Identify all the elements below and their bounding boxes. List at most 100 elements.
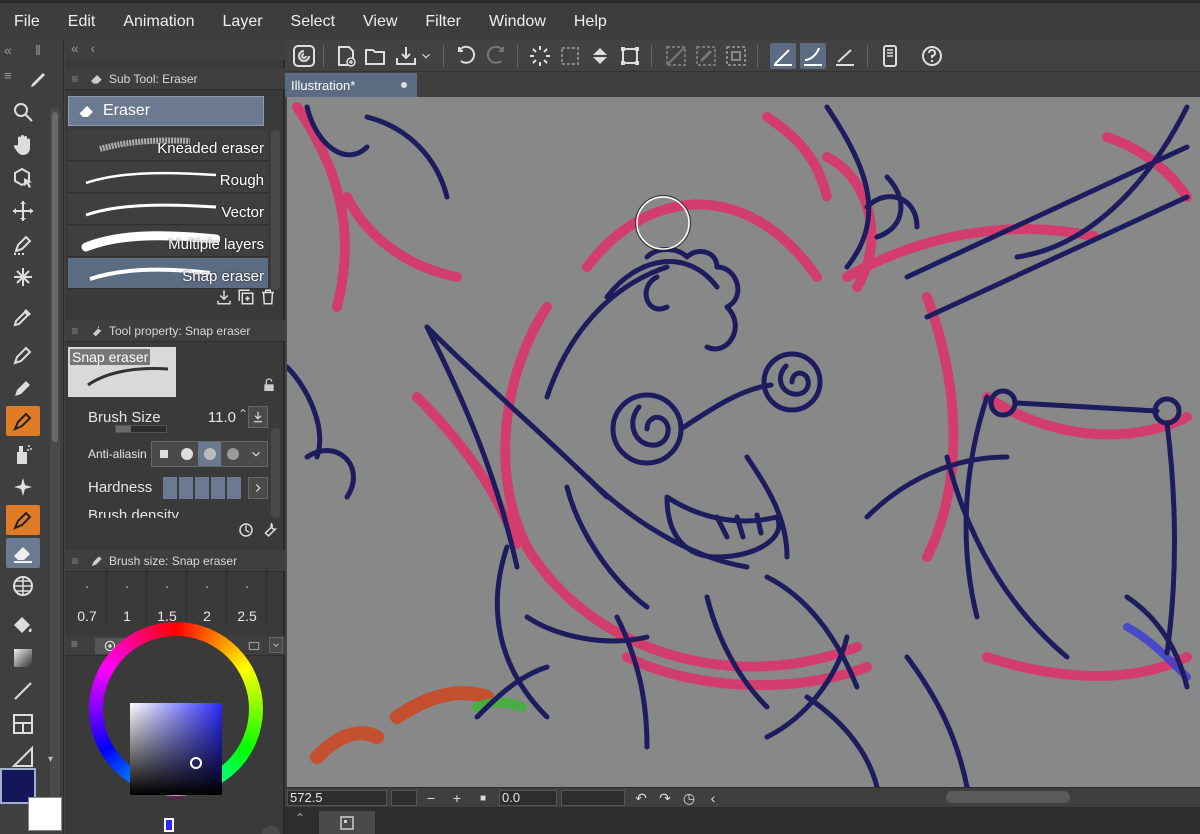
anti-aliasing-selector[interactable] <box>151 441 268 467</box>
saturation-value-square[interactable] <box>130 703 222 795</box>
lock-icon[interactable] <box>261 377 277 393</box>
rotation-field[interactable]: 0.0 <box>499 790 557 806</box>
sub-tool-group-eraser[interactable]: Eraser <box>68 96 264 126</box>
unsaved-dot-icon[interactable] <box>401 82 407 88</box>
import-sub-tool-icon[interactable] <box>215 288 233 311</box>
save-icon[interactable] <box>393 43 419 69</box>
pencil-tool-icon[interactable] <box>6 373 40 403</box>
aa-strong-icon[interactable] <box>221 442 244 466</box>
tool-scrollbar-thumb[interactable] <box>52 112 58 442</box>
airbrush-tool-icon[interactable] <box>6 439 40 469</box>
hue-marker[interactable] <box>164 818 174 832</box>
brush-size-preset[interactable]: 1 <box>107 568 147 628</box>
menu-view[interactable]: View <box>349 3 411 40</box>
deselect-icon[interactable] <box>663 43 689 69</box>
hand-tool-icon[interactable] <box>6 130 40 160</box>
zoom-field[interactable]: 572.5 <box>287 790 387 806</box>
canvas-tab[interactable]: Illustration* <box>285 73 417 97</box>
tool-scroll-down-icon[interactable]: ▾ <box>48 754 62 768</box>
sub-tool-rough[interactable]: Rough <box>68 162 268 193</box>
zoom-dropdown[interactable] <box>391 790 417 806</box>
frame-border-icon[interactable] <box>6 709 40 739</box>
undo-icon[interactable] <box>453 43 479 69</box>
canvas-horizontal-scrollbar[interactable] <box>946 791 1070 803</box>
figure-tool-icon[interactable] <box>6 676 40 706</box>
sub-tool-detail-icon[interactable] <box>237 521 255 544</box>
duplicate-sub-tool-icon[interactable] <box>237 288 255 311</box>
reset-rotation-icon[interactable]: ◷ <box>681 789 697 807</box>
rotate-left-icon[interactable]: ↶ <box>633 789 649 807</box>
snap-to-special-ruler-icon[interactable] <box>800 43 826 69</box>
fill-tool-icon[interactable] <box>6 610 40 640</box>
chevron-right-icon[interactable] <box>248 477 268 499</box>
object-tool-icon[interactable] <box>6 163 40 193</box>
delete-sub-tool-icon[interactable] <box>259 288 277 311</box>
sub-tool-title-bar[interactable]: ≡ Sub Tool: Eraser <box>65 68 285 90</box>
sub-tool-multiple-layers[interactable]: Multiple layers <box>68 226 268 257</box>
sub-tool-kneaded-eraser[interactable]: Kneaded eraser <box>68 130 268 161</box>
menu-layer[interactable]: Layer <box>209 3 277 40</box>
aa-medium-icon[interactable] <box>198 442 221 466</box>
chevron-up-icon[interactable]: ⌃ <box>295 811 305 825</box>
flip-horizontal-icon[interactable]: ‹ <box>705 789 721 807</box>
sub-color-chip[interactable] <box>28 797 62 831</box>
selection-pen-icon[interactable] <box>6 229 40 259</box>
select-all-icon[interactable] <box>723 43 749 69</box>
clip-studio-icon[interactable] <box>291 43 317 69</box>
auto-select-icon[interactable] <box>6 262 40 292</box>
perspective-ruler-icon[interactable] <box>6 571 40 601</box>
tool-property-title-bar[interactable]: ≡ Tool property: Snap eraser <box>65 320 285 342</box>
sub-tool-scrollbar[interactable] <box>271 130 280 290</box>
layer-palette-tab[interactable] <box>319 811 375 834</box>
palette-menu-icon[interactable]: ≡ <box>71 637 78 651</box>
palette-menu-icon[interactable]: ≡ <box>4 68 12 83</box>
eraser-tool-icon[interactable] <box>6 538 40 568</box>
brush-size-slider[interactable] <box>115 425 167 433</box>
aa-none-icon[interactable] <box>152 442 175 466</box>
brush-size-preset[interactable]: 0.7 <box>67 568 107 628</box>
saturation-value-marker[interactable] <box>190 757 202 769</box>
brush-size-value[interactable]: 11.0 <box>208 409 236 426</box>
hardness-level-1[interactable] <box>163 477 177 499</box>
clear-outside-selection-icon[interactable] <box>557 43 583 69</box>
collapse-left-icon[interactable]: « ‖ <box>0 40 63 60</box>
menu-select[interactable]: Select <box>277 3 349 40</box>
snap-to-ruler-icon[interactable] <box>770 43 796 69</box>
pen-tab-icon[interactable] <box>22 64 56 94</box>
redo-icon[interactable] <box>483 43 509 69</box>
brush-size-preset[interactable]: 1.5 <box>147 568 187 628</box>
zoom-in-icon[interactable]: + <box>449 789 465 807</box>
hardness-level-3[interactable] <box>195 477 209 499</box>
menu-window[interactable]: Window <box>475 3 560 40</box>
canvas[interactable] <box>287 97 1200 787</box>
clear-icon[interactable] <box>527 43 553 69</box>
aa-dropdown-chevron-icon[interactable] <box>244 442 267 466</box>
open-file-icon[interactable] <box>363 43 389 69</box>
brush-size-spinner-icon[interactable]: ⌃ <box>238 407 248 421</box>
menu-edit[interactable]: Edit <box>54 3 110 40</box>
fill-icon[interactable] <box>587 43 613 69</box>
decoration-tool-icon[interactable] <box>6 472 40 502</box>
palette-menu-icon[interactable]: ≡ <box>65 72 85 86</box>
menu-help[interactable]: Help <box>560 3 621 40</box>
rotation-slider[interactable] <box>561 790 625 806</box>
zoom-out-icon[interactable]: − <box>423 789 439 807</box>
move-tool-icon[interactable] <box>6 196 40 226</box>
menu-file[interactable]: File <box>0 3 54 40</box>
aa-weak-icon[interactable] <box>175 442 198 466</box>
pen-tool-icon[interactable] <box>6 340 40 370</box>
hardness-level-5[interactable] <box>227 477 241 499</box>
approx-color-tab-icon[interactable] <box>239 638 269 654</box>
tool-property-scrollbar[interactable] <box>271 428 280 518</box>
hardness-level-4[interactable] <box>211 477 225 499</box>
palette-bottom-handle[interactable] <box>262 826 280 834</box>
chevron-down-icon[interactable] <box>269 637 283 653</box>
dynamics-icon[interactable] <box>248 406 268 428</box>
blend-tool-icon[interactable] <box>6 505 40 535</box>
help-icon[interactable] <box>919 43 945 69</box>
invert-selection-icon[interactable] <box>693 43 719 69</box>
palette-menu-icon[interactable]: ≡ <box>65 554 85 568</box>
palette-dock-bar[interactable]: « ‹ <box>65 40 285 60</box>
hardness-level-2[interactable] <box>179 477 193 499</box>
snap-to-grid-icon[interactable] <box>832 43 858 69</box>
